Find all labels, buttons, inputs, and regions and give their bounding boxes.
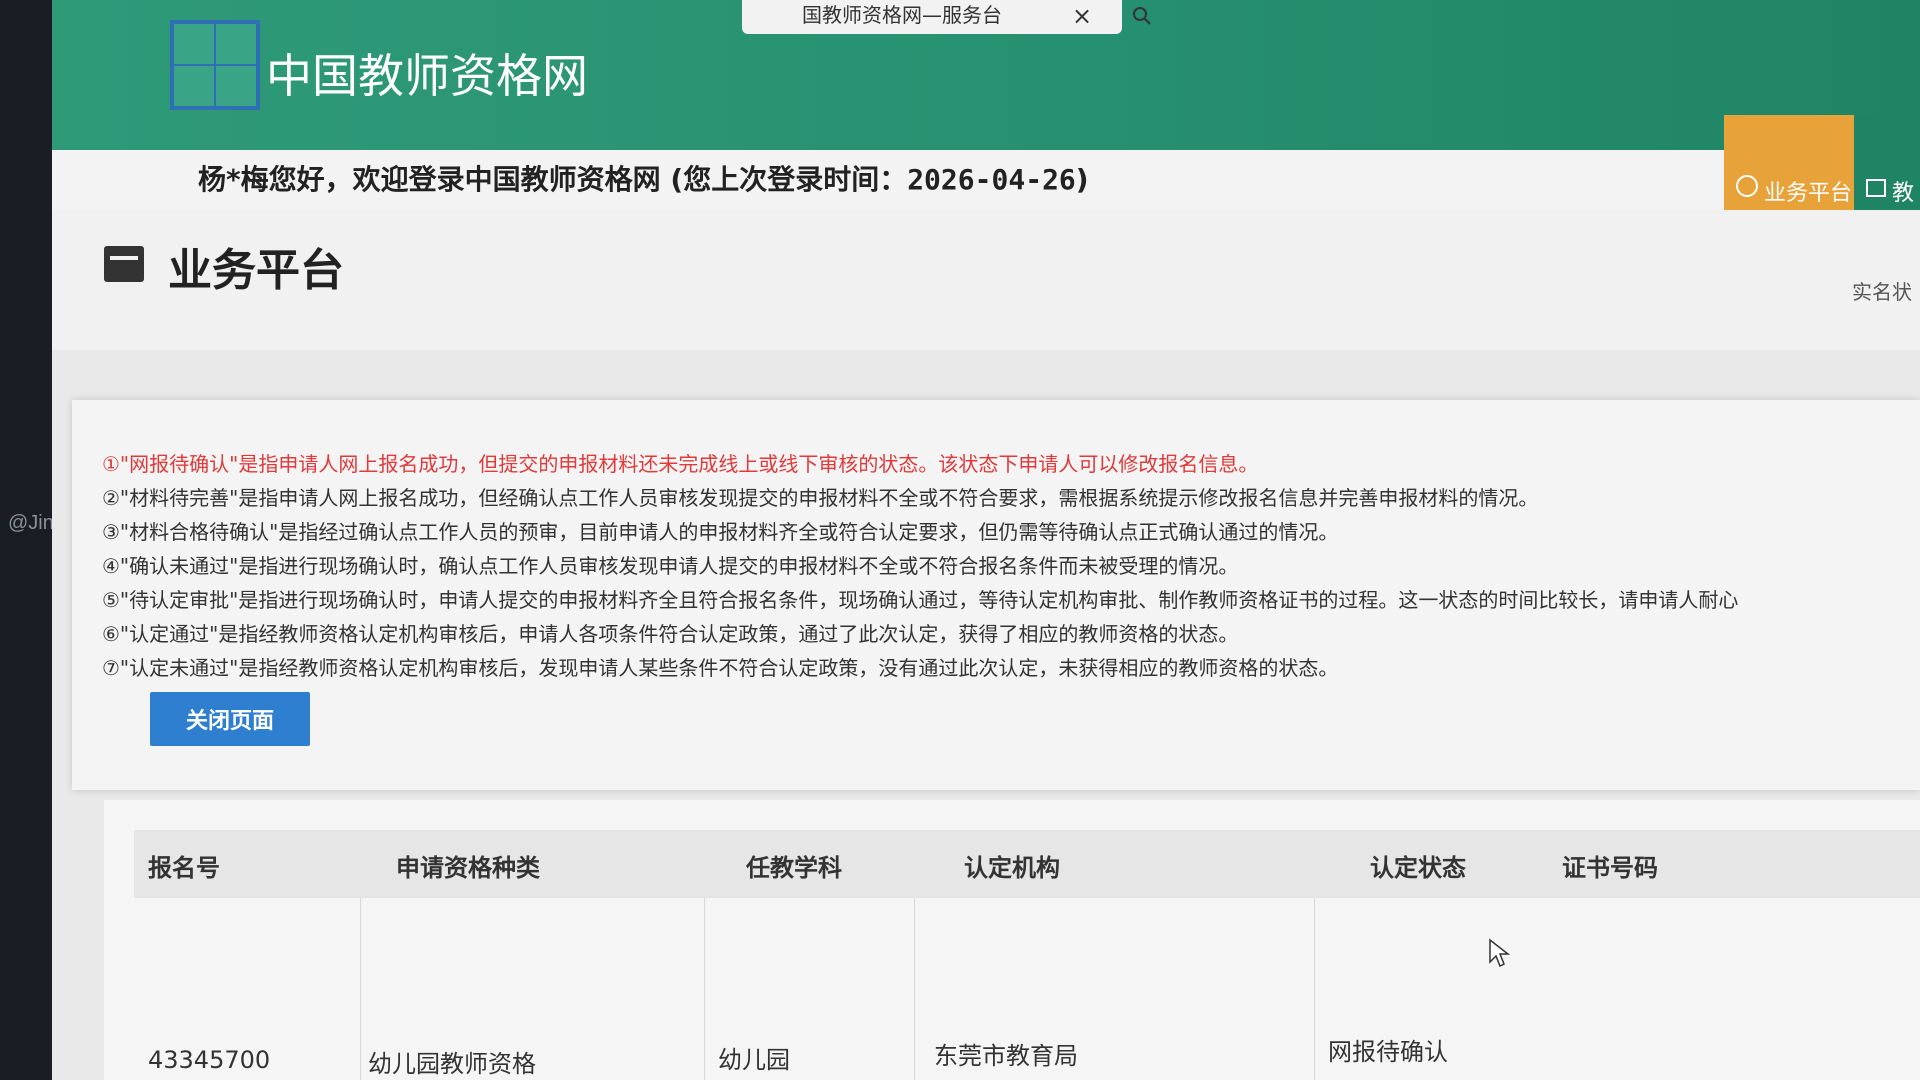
column-divider [704,898,705,1080]
monitor-icon [1866,179,1886,197]
mouse-cursor-icon [1489,938,1510,968]
status-note-3: ③"材料合格待确认"是指经过确认点工作人员的预审，目前申请人的申报材料齐全或符合… [102,520,1339,544]
nav-item-label: 教 [1892,181,1915,206]
tab-close-icon[interactable]: × [1072,2,1092,30]
certification-table: 报名号 申请资格种类 任教学科 认定机构 认定状态 证书号码 43345700 … [104,800,1920,1080]
search-icon[interactable] [1132,6,1152,26]
qualification-type-cell: 幼儿园教师资格 [368,1050,536,1078]
status-note-2: ②"材料待完善"是指申请人网上报名成功，但经确认点工作人员审核发现提交的申报材料… [102,486,1539,510]
site-name: 中国教师资格网 [266,49,588,103]
column-header: 认定机构 [964,854,1060,882]
site-header: 中国教师资格网 国教师资格网—服务台 × [52,0,1920,150]
browser-screen: 中国教师资格网 国教师资格网—服务台 × 业务平台 教 杨*梅您好，欢迎登录中国… [52,0,1920,1080]
page-title: 业务平台 [168,245,344,296]
column-divider [1314,898,1315,1080]
close-page-button[interactable]: 关闭页面 [150,692,310,746]
realname-status-label: 实名状 [1852,280,1912,304]
status-explanation-panel: ①"网报待确认"是指申请人网上报名成功，但提交的申报材料还未完成线上或线下审核的… [72,400,1920,790]
last-login-date: 2026-04-26 [907,163,1076,196]
nav-item-label: 业务平台 [1764,181,1853,206]
welcome-message: 杨*梅您好，欢迎登录中国教师资格网 (您上次登录时间：2026-04-26) [52,150,1724,210]
status-cell: 网报待确认 [1328,1038,1448,1066]
status-note-1: ①"网报待确认"是指申请人网上报名成功，但提交的申报材料还未完成线上或线下审核的… [102,452,1259,476]
column-header: 证书号码 [1562,854,1658,882]
column-header: 认定状态 [1370,854,1466,882]
column-divider [360,898,361,1080]
authority-cell: 东莞市教育局 [934,1042,1078,1070]
welcome-text: 杨*梅您好，欢迎登录中国教师资格网 (您上次登录时间： [198,163,908,196]
clock-icon [1736,175,1758,197]
status-note-6: ⑥"认定通过"是指经教师资格认定机构审核后，申请人各项条件符合认定政策，通过了此… [102,622,1239,646]
welcome-suffix: ) [1075,163,1089,196]
inbox-icon [104,246,144,282]
column-header: 报名号 [148,854,220,882]
column-header: 任教学科 [746,854,842,882]
status-note-7: ⑦"认定未通过"是指经教师资格认定机构审核后，发现申请人某些条件不符合认定政策，… [102,656,1339,680]
browser-tab-title[interactable]: 国教师资格网—服务台 [742,0,1122,34]
column-header: 申请资格种类 [396,854,540,882]
table-header-row: 报名号 申请资格种类 任教学科 认定机构 认定状态 证书号码 [134,830,1920,898]
column-divider [914,898,915,1080]
subject-cell: 幼儿园 [718,1046,790,1074]
site-logo-seal [170,20,260,110]
registration-number-cell: 43345700 [148,1046,271,1074]
page-title-area: 业务平台 实名状 [52,210,1920,350]
status-note-5: ⑤"待认定审批"是指进行现场确认时，申请人提交的申报材料齐全且符合报名条件，现场… [102,588,1739,612]
status-note-4: ④"确认未通过"是指进行现场确认时，确认点工作人员审核发现申请人提交的申报材料不… [102,554,1239,578]
